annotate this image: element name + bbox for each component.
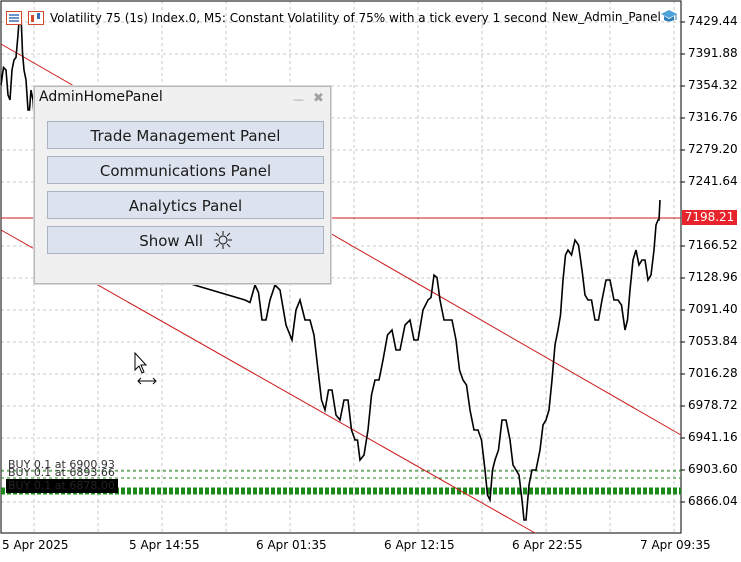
order-label: BUY 0.1 at 6893.66 (8, 466, 115, 479)
trade-management-button[interactable]: Trade Management Panel (47, 121, 324, 149)
price-label: 6941.16 (688, 430, 738, 444)
time-label: 5 Apr 2025 (2, 538, 69, 552)
price-label: 6866.04 (688, 494, 738, 508)
show-all-label: Show All (139, 232, 204, 250)
time-label: 6 Apr 12:15 (384, 538, 455, 552)
price-label: 7016.28 (688, 366, 738, 380)
admin-home-panel[interactable]: AdminHomePanel — ✖ Trade Management Pane… (34, 86, 331, 284)
price-label: 7354.32 (688, 78, 738, 92)
communications-button[interactable]: Communications Panel (47, 156, 324, 184)
chart-type-icon[interactable] (28, 11, 44, 25)
price-label: 7053.84 (688, 334, 738, 348)
ea-name: New_Admin_Panel (552, 10, 661, 24)
close-icon[interactable]: ✖ (313, 91, 324, 106)
time-label: 6 Apr 22:55 (512, 538, 583, 552)
analytics-button[interactable]: Analytics Panel (47, 191, 324, 219)
price-axis-ticks (681, 21, 685, 503)
time-label: 7 Apr 09:35 (640, 538, 711, 552)
show-all-button[interactable]: Show All (47, 226, 324, 254)
price-label: 6978.72 (688, 398, 738, 412)
symbol-list-icon[interactable] (6, 11, 22, 25)
panel-title[interactable]: AdminHomePanel (39, 89, 163, 105)
minimize-icon[interactable]: — (293, 93, 304, 106)
price-label: 7391.88 (688, 46, 738, 60)
time-label: 5 Apr 14:55 (129, 538, 200, 552)
graduation-cap-icon[interactable] (660, 8, 678, 24)
price-label: 6903.60 (688, 462, 738, 476)
chart-title: Volatility 75 (1s) Index.0, M5: Constant… (50, 11, 547, 25)
price-label: 7279.20 (688, 142, 738, 156)
order-label: BUY 0.1 at 6878.00 (8, 479, 115, 492)
mouse-cursor-icon (134, 352, 157, 385)
price-label: 7166.52 (688, 238, 738, 252)
burst-icon (213, 231, 232, 249)
price-label: 7091.40 (688, 302, 738, 316)
price-label: 7429.44 (688, 14, 738, 28)
time-label: 6 Apr 01:35 (256, 538, 327, 552)
price-label: 7316.76 (688, 110, 738, 124)
price-label: 7241.64 (688, 174, 738, 188)
price-label: 7128.96 (688, 270, 738, 284)
chart-header: Volatility 75 (1s) Index.0, M5: Constant… (0, 6, 677, 30)
current-price-label: 7198.21 (682, 210, 737, 225)
